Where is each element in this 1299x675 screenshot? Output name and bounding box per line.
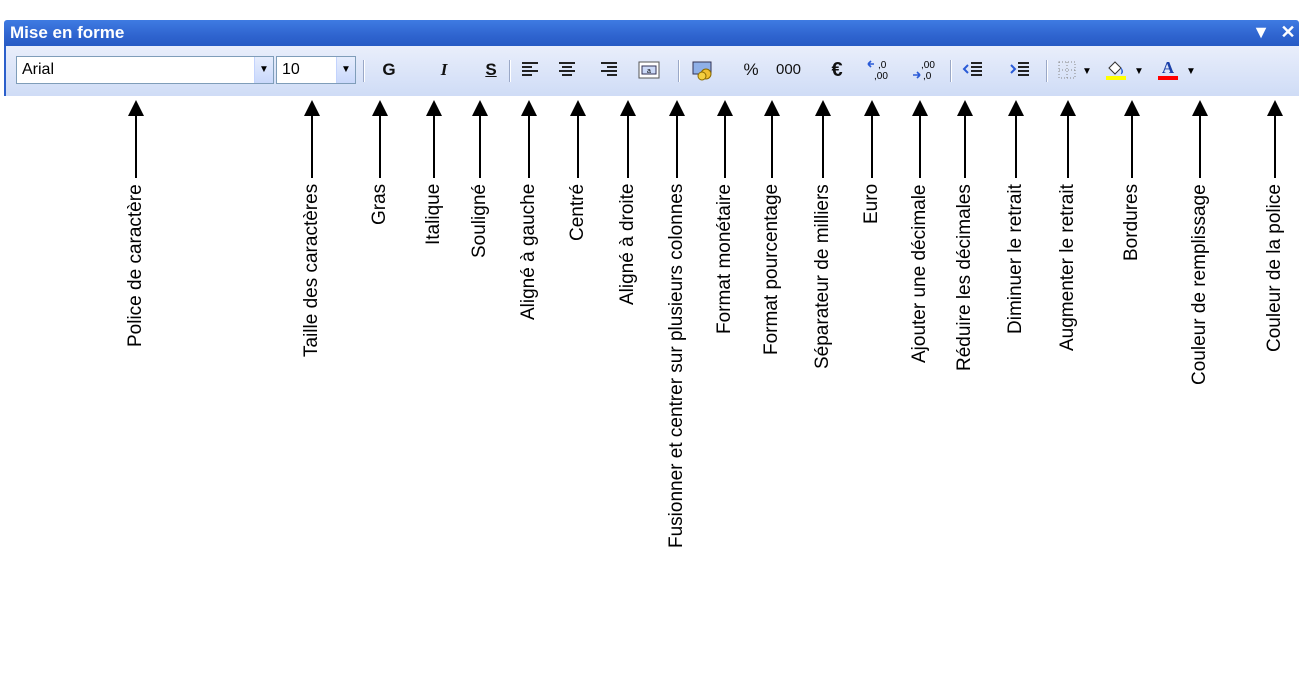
callout-line bbox=[822, 114, 824, 178]
decrease-indent-button[interactable] bbox=[962, 56, 984, 84]
callout-line bbox=[724, 114, 726, 178]
toolbar-title: Mise en forme bbox=[10, 23, 125, 42]
currency-format-button[interactable] bbox=[691, 56, 715, 84]
callout-line bbox=[577, 114, 579, 178]
callout-line bbox=[771, 114, 773, 178]
separator bbox=[678, 60, 680, 82]
separator bbox=[950, 60, 952, 82]
callout-label: Euro bbox=[861, 183, 882, 224]
svg-text:,00: ,00 bbox=[874, 71, 888, 82]
callout-label: Séparateur de milliers bbox=[812, 184, 833, 369]
align-left-button[interactable] bbox=[519, 56, 541, 84]
toolbar-titlebar: Mise en forme ▼ ✕ bbox=[4, 20, 1299, 46]
font-color-icon: A bbox=[1158, 58, 1178, 80]
callout-label: Italique bbox=[423, 183, 444, 245]
chevron-down-icon[interactable]: ▼ bbox=[336, 57, 355, 83]
increase-indent-icon bbox=[1010, 62, 1029, 76]
decrease-indent-icon bbox=[962, 62, 982, 76]
callout-line bbox=[433, 114, 435, 178]
merge-center-button[interactable]: a bbox=[638, 56, 660, 84]
font-color-dropdown-icon[interactable]: ▼ bbox=[1186, 66, 1196, 77]
svg-text:a: a bbox=[647, 68, 651, 75]
callout-label: Format pourcentage bbox=[761, 183, 782, 355]
decrease-decimal-icon: ,00,0 bbox=[913, 60, 935, 82]
callout-label: Gras bbox=[369, 183, 390, 225]
callout-label: Police de caractère bbox=[125, 184, 146, 347]
align-right-icon bbox=[601, 62, 617, 76]
callout-label: Augmenter le retrait bbox=[1057, 184, 1078, 351]
separator bbox=[509, 60, 511, 82]
callout-label: Réduire les décimales bbox=[954, 184, 975, 371]
svg-text:A: A bbox=[1162, 58, 1175, 77]
svg-text:,0: ,0 bbox=[923, 71, 932, 82]
callout-label: Ajouter une décimale bbox=[909, 184, 930, 364]
title-controls: ▼ ✕ bbox=[1250, 22, 1299, 43]
fill-color-dropdown-icon[interactable]: ▼ bbox=[1134, 66, 1144, 77]
formatting-toolbar: Arial ▼ 10 ▼ G I S a % 000 € ,0 ,00 ,00 … bbox=[4, 46, 1299, 96]
fill-color-button[interactable] bbox=[1104, 56, 1128, 84]
callout-line bbox=[379, 114, 381, 178]
underline-button[interactable]: S bbox=[480, 56, 502, 84]
callout-line bbox=[1274, 114, 1276, 178]
thousands-separator-button[interactable]: 000 bbox=[776, 56, 801, 84]
callout-line bbox=[1067, 114, 1069, 178]
svg-text:,0: ,0 bbox=[878, 60, 887, 71]
callout-line bbox=[528, 114, 530, 178]
callout-label: Diminuer le retrait bbox=[1005, 184, 1026, 334]
align-center-button[interactable] bbox=[556, 56, 578, 84]
callout-label: Centré bbox=[567, 183, 588, 241]
borders-dropdown-icon[interactable]: ▼ bbox=[1082, 66, 1092, 77]
font-color-button[interactable]: A bbox=[1156, 56, 1180, 84]
align-right-button[interactable] bbox=[598, 56, 620, 84]
callout-line bbox=[871, 114, 873, 178]
callout-line bbox=[311, 114, 313, 178]
callout-label: Aligné à gauche bbox=[518, 183, 539, 320]
bold-button[interactable]: G bbox=[378, 56, 400, 84]
add-decimal-icon: ,0,00 bbox=[867, 60, 888, 82]
currency-icon bbox=[692, 61, 712, 81]
callout-label: Aligné à droite bbox=[617, 183, 638, 305]
callout-label: Couleur de remplissage bbox=[1189, 184, 1210, 385]
svg-text:,00: ,00 bbox=[921, 60, 935, 71]
chevron-down-icon[interactable]: ▼ bbox=[254, 57, 273, 83]
separator bbox=[363, 60, 365, 82]
percent-format-button[interactable]: % bbox=[740, 56, 762, 84]
font-name-combo[interactable]: Arial ▼ bbox=[16, 56, 274, 84]
increase-indent-button[interactable] bbox=[1009, 56, 1031, 84]
callout-line bbox=[1199, 114, 1201, 178]
euro-button[interactable]: € bbox=[826, 56, 848, 84]
merge-center-icon: a bbox=[638, 61, 660, 79]
callout-label: Souligné bbox=[469, 184, 490, 258]
borders-icon bbox=[1058, 61, 1076, 79]
font-size-combo[interactable]: 10 ▼ bbox=[276, 56, 356, 84]
align-left-icon bbox=[522, 62, 538, 76]
align-center-icon bbox=[559, 62, 575, 76]
callout-line bbox=[479, 114, 481, 178]
add-decimal-button[interactable]: ,0,00 bbox=[866, 56, 892, 84]
callout-line bbox=[1015, 114, 1017, 178]
borders-button[interactable] bbox=[1056, 56, 1078, 84]
callout-line bbox=[1131, 114, 1133, 178]
callout-line bbox=[964, 114, 966, 178]
callout-label: Format monétaire bbox=[714, 184, 735, 334]
decrease-decimal-button[interactable]: ,00,0 bbox=[911, 56, 937, 84]
font-size-value: 10 bbox=[282, 61, 300, 78]
callout-line bbox=[135, 114, 137, 178]
callout-line bbox=[627, 114, 629, 178]
callout-label: Couleur de la police bbox=[1264, 184, 1285, 352]
callout-label: Bordures bbox=[1121, 183, 1142, 261]
callout-label: Taille des caractères bbox=[301, 183, 322, 357]
italic-button[interactable]: I bbox=[433, 56, 455, 84]
callout-line bbox=[919, 114, 921, 178]
callout-line bbox=[676, 114, 678, 178]
separator bbox=[1046, 60, 1048, 82]
close-icon[interactable]: ✕ bbox=[1277, 22, 1299, 43]
fill-color-icon bbox=[1106, 61, 1126, 80]
font-name-value: Arial bbox=[22, 61, 55, 78]
toolbar-options-icon[interactable]: ▼ bbox=[1250, 22, 1272, 43]
callout-label: Fusionner et centrer sur plusieurs colon… bbox=[666, 183, 687, 548]
